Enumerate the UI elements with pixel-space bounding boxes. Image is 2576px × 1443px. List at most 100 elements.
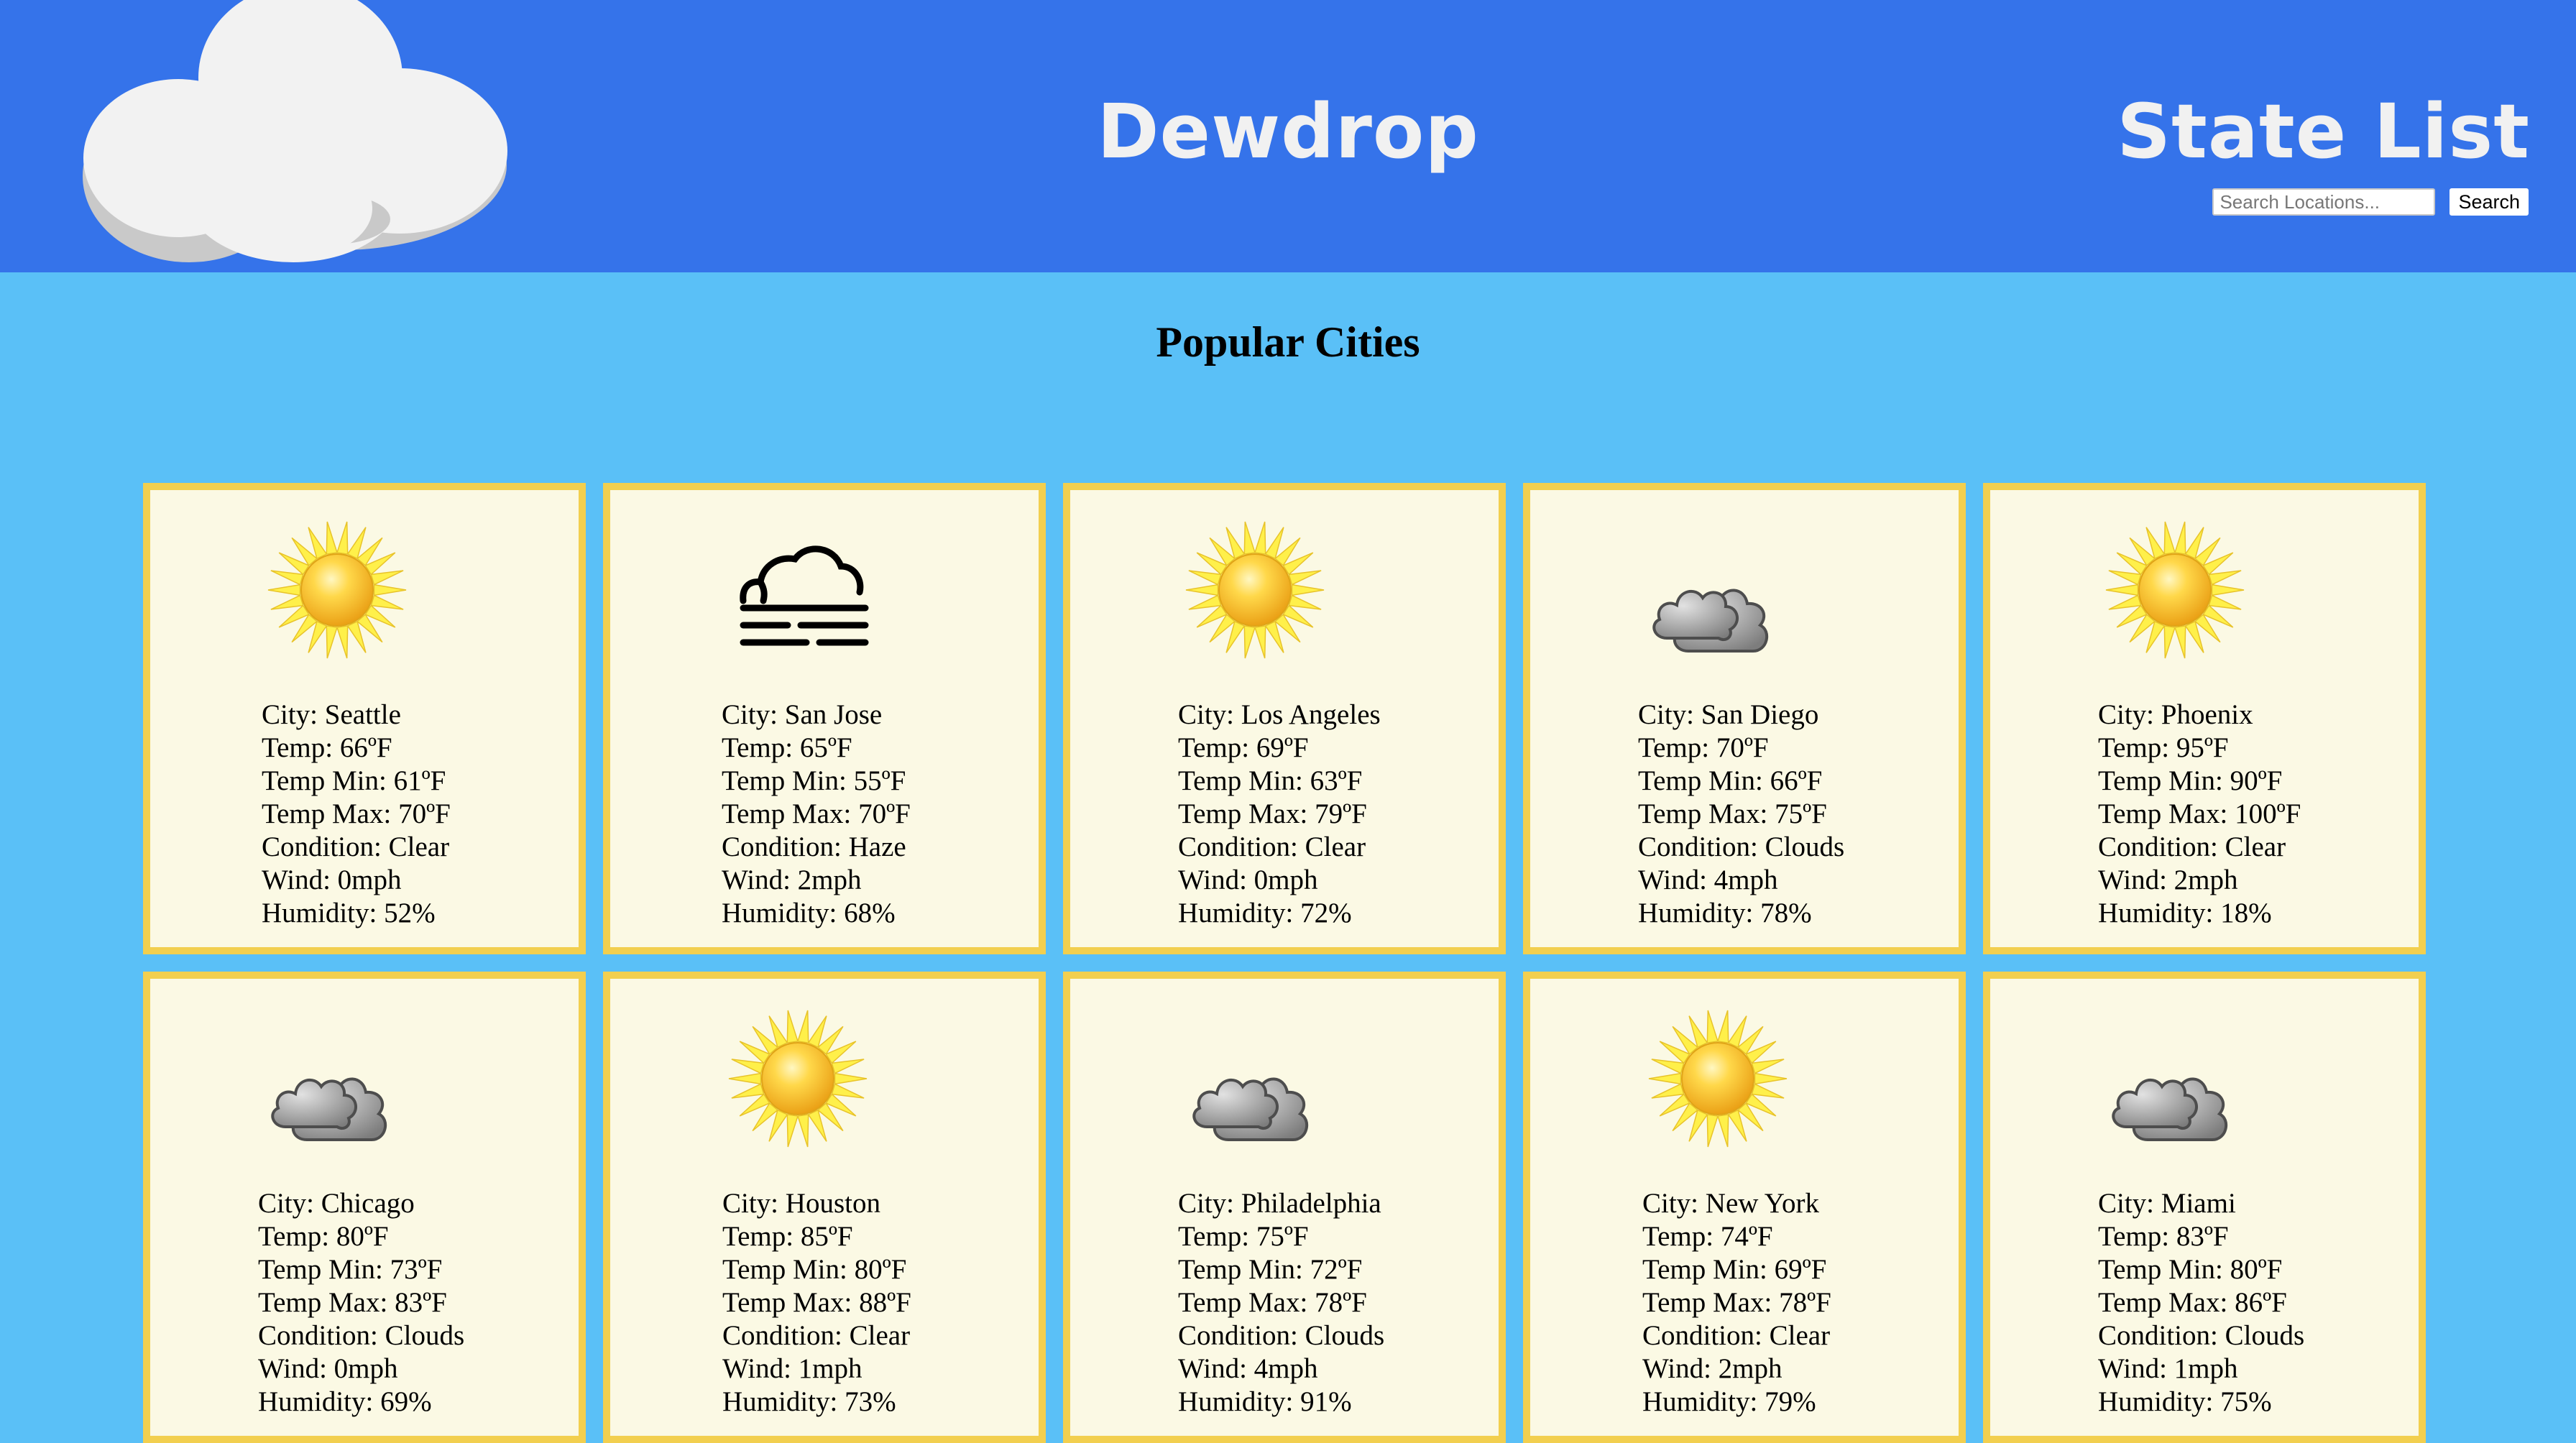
temp-max-value: 70ºF — [858, 798, 911, 829]
condition-value-label: Condition: — [1178, 1320, 1305, 1351]
city-name-label: City: — [722, 699, 785, 730]
condition-value-label: Condition: — [2098, 831, 2225, 862]
wind-value: 0mph — [334, 1353, 398, 1384]
city-name: Chicago — [321, 1188, 415, 1219]
temp-max-value: 83ºF — [395, 1287, 447, 1318]
temp-min-value-label: Temp Min: — [1178, 765, 1310, 796]
city-card[interactable]: City: Chicago Temp: 80ºF Temp Min: 73ºF Tem… — [143, 972, 586, 1443]
temp-value: 80ºF — [336, 1221, 389, 1252]
condition-value: Clear — [1305, 831, 1366, 862]
humidity-value-line: Humidity: 91% — [1178, 1386, 1384, 1419]
temp-value-line: Temp: 95ºF — [2098, 732, 2301, 765]
search-input[interactable] — [2212, 188, 2436, 216]
city-weather-info: City: Houston Temp: 85ºF Temp Min: 80ºF Tem… — [722, 1187, 911, 1419]
humidity-value-line: Humidity: 79% — [1642, 1386, 1831, 1419]
condition-value: Clear — [849, 1320, 911, 1351]
sun-icon — [1179, 515, 1330, 665]
temp-max-value-label: Temp Max: — [2098, 1287, 2235, 1318]
humidity-value-label: Humidity: — [1178, 898, 1301, 928]
condition-value-label: Condition: — [1638, 831, 1765, 862]
humidity-value-label: Humidity: — [722, 898, 845, 928]
humidity-value-label: Humidity: — [262, 898, 385, 928]
wind-value: 1mph — [2174, 1353, 2238, 1384]
sun-icon — [262, 515, 413, 665]
temp-max-value: 70ºF — [398, 798, 451, 829]
temp-max-value-line: Temp Max: 78ºF — [1642, 1286, 1831, 1319]
city-name-label: City: — [1178, 699, 1241, 730]
temp-min-value: 61ºF — [393, 765, 446, 796]
humidity-value-line: Humidity: 52% — [262, 897, 451, 930]
temp-min-value-line: Temp Min: 90ºF — [2098, 765, 2301, 798]
temp-min-value-label: Temp Min: — [258, 1254, 390, 1285]
condition-value-line: Condition: Clouds — [1638, 831, 1844, 864]
temp-max-value: 79ºF — [1315, 798, 1367, 829]
city-card[interactable]: City: New York Temp: 74ºF Temp Min: 69ºF Te… — [1523, 972, 1966, 1443]
state-list-link[interactable]: State List — [2117, 85, 2530, 178]
city-weather-info: City: New York Temp: 74ºF Temp Min: 69ºF Te… — [1642, 1187, 1831, 1419]
condition-value-line: Condition: Haze — [722, 831, 911, 864]
city-name: San Diego — [1701, 699, 1819, 730]
temp-min-value: 66ºF — [1770, 765, 1823, 796]
temp-max-value-label: Temp Max: — [2098, 798, 2235, 829]
condition-value: Clouds — [2225, 1320, 2305, 1351]
city-card[interactable]: City: Los Angeles Temp: 69ºF Temp Min: 63º… — [1063, 483, 1506, 954]
condition-value-label: Condition: — [2098, 1320, 2225, 1351]
temp-min-value-label: Temp Min: — [1178, 1254, 1310, 1285]
humidity-value: 18% — [2220, 898, 2272, 928]
temp-max-value-line: Temp Max: 70ºF — [262, 798, 451, 831]
sun-icon — [2099, 515, 2250, 665]
city-name-line: City: Los Angeles — [1178, 699, 1381, 732]
temp-max-value-label: Temp Max: — [262, 798, 399, 829]
city-card[interactable]: City: Houston Temp: 85ºF Temp Min: 80ºF Tem… — [603, 972, 1046, 1443]
search-button[interactable]: Search — [2450, 188, 2529, 216]
temp-value-line: Temp: 83ºF — [2098, 1220, 2304, 1253]
condition-value: Clouds — [1765, 831, 1845, 862]
city-card[interactable]: City: Phoenix Temp: 95ºF Temp Min: 90ºF Tem… — [1983, 483, 2426, 954]
wind-value-line: Wind: 4mph — [1178, 1352, 1384, 1386]
city-name: Los Angeles — [1241, 699, 1381, 730]
city-weather-info: City: Philadelphia Temp: 75ºF Temp Min: 72… — [1178, 1187, 1384, 1419]
humidity-value-line: Humidity: 75% — [2098, 1386, 2304, 1419]
city-card[interactable]: City: San Diego Temp: 70ºF Temp Min: 66ºF T… — [1523, 483, 1966, 954]
temp-value-line: Temp: 80ºF — [258, 1220, 464, 1253]
temp-min-value-label: Temp Min: — [1638, 765, 1770, 796]
temp-value-line: Temp: 75ºF — [1178, 1220, 1384, 1253]
temp-max-value-line: Temp Max: 75ºF — [1638, 798, 1844, 831]
city-weather-info: City: San Diego Temp: 70ºF Temp Min: 66ºF T… — [1638, 699, 1844, 930]
temp-min-value-line: Temp Min: 55ºF — [722, 765, 911, 798]
condition-value: Clouds — [1305, 1320, 1385, 1351]
wind-value: 4mph — [1714, 865, 1778, 895]
wind-value-label: Wind: — [722, 865, 798, 895]
temp-min-value-label: Temp Min: — [262, 765, 394, 796]
city-card[interactable]: City: Miami Temp: 83ºF Temp Min: 80ºF Temp … — [1983, 972, 2426, 1443]
temp-min-value-line: Temp Min: 63ºF — [1178, 765, 1381, 798]
wind-value-label: Wind: — [1642, 1353, 1719, 1384]
wind-value-line: Wind: 2mph — [2098, 864, 2301, 897]
temp-value-label: Temp: — [1642, 1221, 1721, 1252]
city-name-label: City: — [722, 1188, 786, 1219]
condition-value: Clear — [1769, 1320, 1831, 1351]
temp-max-value-line: Temp Max: 70ºF — [722, 798, 911, 831]
temp-value-line: Temp: 74ºF — [1642, 1220, 1831, 1253]
wind-value-line: Wind: 4mph — [1638, 864, 1844, 897]
city-name-line: City: Houston — [722, 1187, 911, 1220]
city-card[interactable]: City: San Jose Temp: 65ºF Temp Min: 55ºF Te… — [603, 483, 1046, 954]
condition-value: Clouds — [385, 1320, 465, 1351]
city-name: Miami — [2161, 1188, 2236, 1219]
temp-max-value: 78ºF — [1779, 1287, 1831, 1318]
city-card[interactable]: City: Philadelphia Temp: 75ºF Temp Min: 72… — [1063, 972, 1506, 1443]
temp-value-label: Temp: — [722, 1221, 801, 1252]
city-grid: City: Seattle Temp: 66ºF Temp Min: 61ºF Tem… — [143, 483, 2432, 1443]
temp-value-line: Temp: 85ºF — [722, 1220, 911, 1253]
city-card[interactable]: City: Seattle Temp: 66ºF Temp Min: 61ºF Tem… — [143, 483, 586, 954]
temp-max-value-line: Temp Max: 78ºF — [1178, 1286, 1384, 1319]
city-name-line: City: Seattle — [262, 699, 451, 732]
temp-max-value-line: Temp Max: 83ºF — [258, 1286, 464, 1319]
city-name: Phoenix — [2161, 699, 2253, 730]
city-name: San Jose — [784, 699, 883, 730]
condition-value-label: Condition: — [1178, 831, 1305, 862]
wind-value-line: Wind: 1mph — [2098, 1352, 2304, 1386]
humidity-value-line: Humidity: 18% — [2098, 897, 2301, 930]
temp-value-label: Temp: — [2098, 1221, 2176, 1252]
wind-value-label: Wind: — [258, 1353, 334, 1384]
